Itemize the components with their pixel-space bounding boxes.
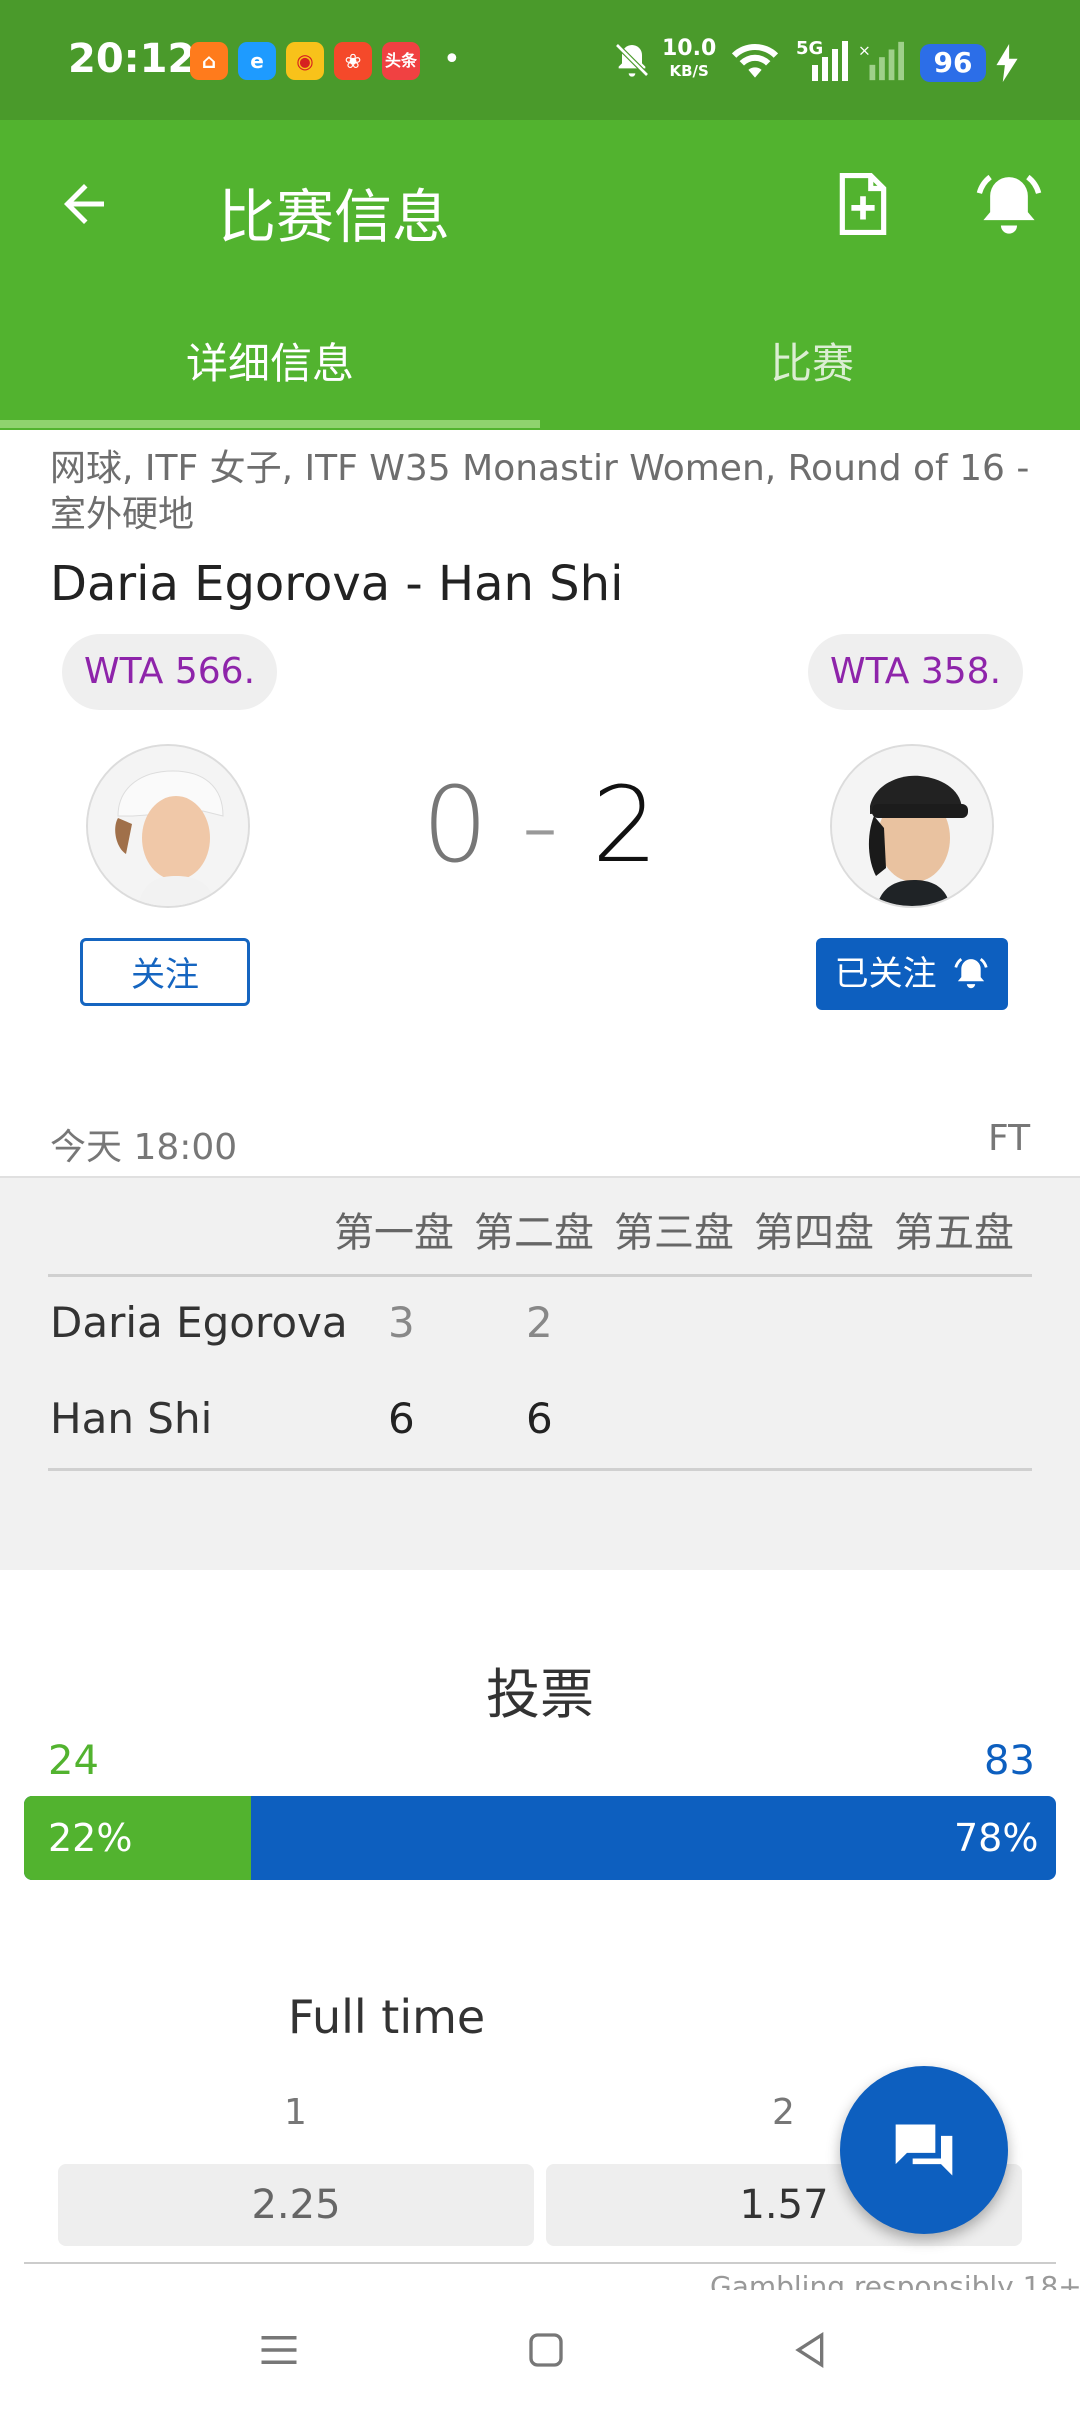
cell-signal-2-icon: × — [858, 41, 904, 81]
set-header-5: 第五盘 — [894, 1210, 1014, 1256]
notification-bell-icon[interactable] — [974, 168, 1044, 240]
clock: 20:12 — [68, 36, 196, 82]
odds-title: Full time — [288, 1990, 486, 2044]
follow-button[interactable]: 关注 — [80, 938, 250, 1006]
set-row-player-a: Daria Egorova — [50, 1298, 348, 1347]
bell-ringing-icon — [954, 958, 988, 989]
vote-percent-player-b: 78% — [954, 1816, 1039, 1860]
set-header-1: 第一盘 — [334, 1210, 454, 1256]
followed-button[interactable]: 已关注 — [816, 938, 1008, 1010]
home-nav-icon[interactable] — [526, 2330, 566, 2370]
active-tab-indicator — [0, 420, 540, 428]
set-table-divider — [48, 1274, 1032, 1277]
ele-app-icon: e — [238, 42, 276, 80]
more-notifications-dot: • — [443, 42, 461, 77]
odds-divider — [24, 2262, 1056, 2264]
cell-signal-icon — [812, 41, 848, 81]
match-score: 0 - 2 — [0, 764, 1080, 886]
vote-count-player-b: 83 — [984, 1738, 1035, 1784]
net-speed: 10.0 KB/S — [662, 38, 716, 82]
svg-text:×: × — [858, 41, 871, 59]
system-nav-bar — [0, 2290, 1080, 2414]
chat-icon — [895, 2124, 953, 2176]
odds-label-2: 2 — [772, 2092, 795, 2133]
taobao-app-icon: ⌂ — [190, 42, 228, 80]
app-bar — [0, 120, 1080, 430]
mute-bell-icon — [615, 43, 649, 77]
set-header-2: 第二盘 — [474, 1210, 594, 1256]
add-to-calendar-icon[interactable] — [832, 170, 894, 238]
odds-button-1[interactable]: 2.25 — [58, 2164, 534, 2246]
status-bar: 20:12 ⌂ e ◉ ❀ 头条 • 10.0 KB/S 5G × 96 — [0, 0, 1080, 120]
vote-bar[interactable] — [24, 1796, 1056, 1880]
vote-title: 投票 — [486, 1663, 594, 1726]
followed-label: 已关注 — [834, 954, 937, 994]
weibo-app-icon: ◉ — [286, 42, 324, 80]
pinduoduo-app-icon: ❀ — [334, 42, 372, 80]
match-status: FT — [988, 1118, 1031, 1159]
start-time: 今天 18:00 — [50, 1127, 238, 1168]
toutiao-app-icon: 头条 — [382, 42, 420, 80]
match-title: Daria Egorova - Han Shi — [50, 556, 624, 612]
set-score-b-2: 6 — [526, 1394, 553, 1443]
set-header-4: 第四盘 — [754, 1210, 874, 1256]
charging-bolt-icon — [996, 44, 1018, 82]
score-separator: - — [521, 764, 559, 886]
score-player-a: 0 — [422, 764, 489, 886]
vote-percent-player-a: 22% — [48, 1816, 133, 1860]
score-player-b: 2 — [591, 764, 658, 886]
set-score-a-1: 3 — [388, 1298, 415, 1347]
set-score-b-1: 6 — [388, 1394, 415, 1443]
odds-label-1: 1 — [284, 2092, 307, 2133]
battery-level: 96 — [920, 44, 986, 82]
player-b-rank-chip[interactable]: WTA 358. — [808, 634, 1024, 710]
tab-match[interactable]: 比赛 — [770, 330, 854, 391]
set-header-3: 第三盘 — [614, 1210, 734, 1256]
page-title: 比赛信息 — [218, 183, 451, 251]
tab-details[interactable]: 详细信息 — [186, 330, 354, 391]
net-speed-value: 10.0 — [662, 36, 717, 61]
set-score-a-2: 2 — [526, 1298, 553, 1347]
net-speed-unit: KB/S — [669, 62, 709, 80]
back-arrow-icon[interactable] — [54, 174, 114, 234]
wifi-icon — [731, 43, 779, 78]
player-a-rank-chip[interactable]: WTA 566. — [62, 634, 278, 710]
back-nav-icon[interactable] — [790, 2330, 830, 2370]
breadcrumb: 网球, ITF 女子, ITF W35 Monastir Women, Roun… — [50, 448, 1030, 535]
menu-nav-icon[interactable] — [258, 2330, 300, 2370]
chat-fab-button[interactable] — [840, 2066, 1008, 2234]
vote-count-player-a: 24 — [48, 1738, 99, 1784]
set-row-player-b: Han Shi — [50, 1394, 213, 1443]
set-table-bottom-divider — [48, 1468, 1032, 1471]
